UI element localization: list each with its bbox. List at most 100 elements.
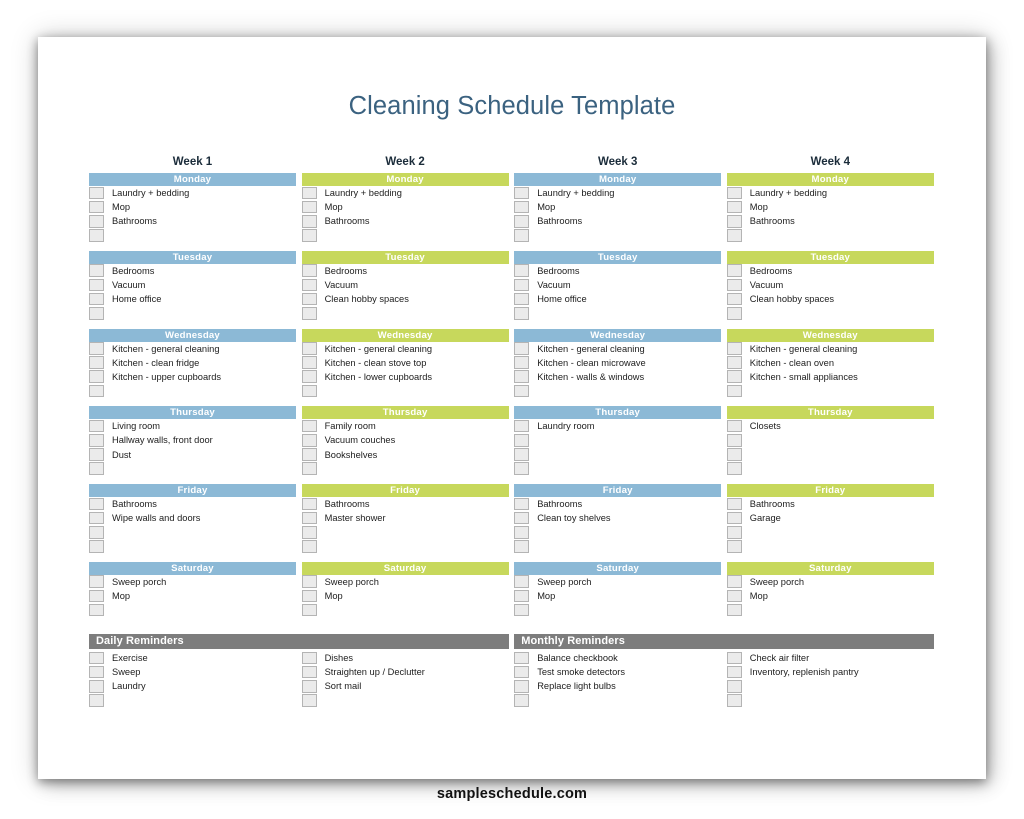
- task-checkbox[interactable]: [514, 589, 530, 603]
- task-checkbox[interactable]: [301, 497, 317, 511]
- task-checkbox[interactable]: [514, 511, 530, 525]
- task-checkbox[interactable]: [514, 214, 530, 228]
- task-checkbox[interactable]: [301, 603, 317, 617]
- task-checkbox[interactable]: [89, 651, 104, 665]
- task-checkbox[interactable]: [726, 603, 742, 617]
- task-checkbox[interactable]: [514, 603, 530, 617]
- task-checkbox[interactable]: [726, 214, 742, 228]
- task-checkbox[interactable]: [726, 665, 742, 679]
- task-checkbox[interactable]: [726, 342, 742, 355]
- task-checkbox[interactable]: [726, 306, 742, 320]
- task-checkbox[interactable]: [89, 575, 104, 588]
- task-checkbox[interactable]: [301, 214, 317, 228]
- task-checkbox[interactable]: [89, 603, 104, 617]
- task-checkbox[interactable]: [301, 694, 317, 707]
- task-checkbox[interactable]: [726, 540, 742, 553]
- task-checkbox[interactable]: [726, 694, 742, 707]
- task-checkbox[interactable]: [301, 306, 317, 320]
- task-checkbox[interactable]: [301, 575, 317, 588]
- task-checkbox[interactable]: [89, 384, 104, 398]
- task-checkbox[interactable]: [514, 370, 530, 384]
- task-checkbox[interactable]: [301, 264, 317, 277]
- task-checkbox[interactable]: [514, 448, 530, 461]
- task-checkbox[interactable]: [301, 200, 317, 214]
- task-checkbox[interactable]: [301, 229, 317, 242]
- task-checkbox[interactable]: [514, 679, 530, 693]
- task-checkbox[interactable]: [514, 342, 530, 355]
- task-checkbox[interactable]: [726, 497, 742, 511]
- task-checkbox[interactable]: [89, 419, 104, 433]
- task-checkbox[interactable]: [301, 186, 317, 200]
- task-checkbox[interactable]: [514, 575, 530, 588]
- task-checkbox[interactable]: [514, 384, 530, 398]
- task-checkbox[interactable]: [726, 651, 742, 665]
- task-checkbox[interactable]: [89, 679, 104, 693]
- task-checkbox[interactable]: [726, 511, 742, 525]
- task-checkbox[interactable]: [726, 575, 742, 588]
- task-checkbox[interactable]: [89, 200, 104, 214]
- task-checkbox[interactable]: [301, 679, 317, 693]
- task-checkbox[interactable]: [514, 525, 530, 539]
- task-checkbox[interactable]: [89, 356, 104, 369]
- task-checkbox[interactable]: [726, 264, 742, 277]
- task-checkbox[interactable]: [301, 589, 317, 603]
- task-checkbox[interactable]: [301, 434, 317, 447]
- task-checkbox[interactable]: [89, 214, 104, 228]
- task-checkbox[interactable]: [301, 356, 317, 369]
- task-checkbox[interactable]: [514, 229, 530, 242]
- task-checkbox[interactable]: [89, 306, 104, 320]
- task-checkbox[interactable]: [514, 200, 530, 214]
- task-checkbox[interactable]: [514, 306, 530, 320]
- task-checkbox[interactable]: [726, 229, 742, 242]
- task-checkbox[interactable]: [89, 292, 104, 306]
- task-checkbox[interactable]: [726, 589, 742, 603]
- task-checkbox[interactable]: [514, 278, 530, 292]
- task-checkbox[interactable]: [301, 292, 317, 306]
- task-checkbox[interactable]: [89, 229, 104, 242]
- task-checkbox[interactable]: [89, 694, 104, 707]
- task-checkbox[interactable]: [89, 540, 104, 553]
- task-checkbox[interactable]: [514, 694, 530, 707]
- task-checkbox[interactable]: [89, 264, 104, 277]
- task-checkbox[interactable]: [514, 264, 530, 277]
- task-checkbox[interactable]: [301, 278, 317, 292]
- task-checkbox[interactable]: [301, 665, 317, 679]
- task-checkbox[interactable]: [726, 200, 742, 214]
- task-checkbox[interactable]: [514, 419, 530, 433]
- task-checkbox[interactable]: [89, 665, 104, 679]
- task-checkbox[interactable]: [726, 278, 742, 292]
- task-checkbox[interactable]: [301, 448, 317, 461]
- task-checkbox[interactable]: [726, 679, 742, 693]
- task-checkbox[interactable]: [89, 511, 104, 525]
- task-checkbox[interactable]: [301, 384, 317, 398]
- task-checkbox[interactable]: [89, 370, 104, 384]
- task-checkbox[interactable]: [514, 497, 530, 511]
- task-checkbox[interactable]: [514, 540, 530, 553]
- task-checkbox[interactable]: [726, 525, 742, 539]
- task-checkbox[interactable]: [89, 278, 104, 292]
- task-checkbox[interactable]: [301, 370, 317, 384]
- task-checkbox[interactable]: [89, 186, 104, 200]
- task-checkbox[interactable]: [89, 462, 104, 475]
- task-checkbox[interactable]: [726, 384, 742, 398]
- task-checkbox[interactable]: [726, 462, 742, 475]
- task-checkbox[interactable]: [514, 356, 530, 369]
- task-checkbox[interactable]: [726, 448, 742, 461]
- task-checkbox[interactable]: [89, 497, 104, 511]
- task-checkbox[interactable]: [514, 665, 530, 679]
- task-checkbox[interactable]: [726, 356, 742, 369]
- task-checkbox[interactable]: [514, 651, 530, 665]
- task-checkbox[interactable]: [514, 462, 530, 475]
- task-checkbox[interactable]: [301, 525, 317, 539]
- task-checkbox[interactable]: [301, 462, 317, 475]
- task-checkbox[interactable]: [89, 434, 104, 447]
- task-checkbox[interactable]: [89, 525, 104, 539]
- task-checkbox[interactable]: [301, 540, 317, 553]
- task-checkbox[interactable]: [89, 589, 104, 603]
- task-checkbox[interactable]: [301, 651, 317, 665]
- task-checkbox[interactable]: [89, 448, 104, 461]
- task-checkbox[interactable]: [726, 186, 742, 200]
- task-checkbox[interactable]: [301, 511, 317, 525]
- task-checkbox[interactable]: [301, 342, 317, 355]
- task-checkbox[interactable]: [726, 292, 742, 306]
